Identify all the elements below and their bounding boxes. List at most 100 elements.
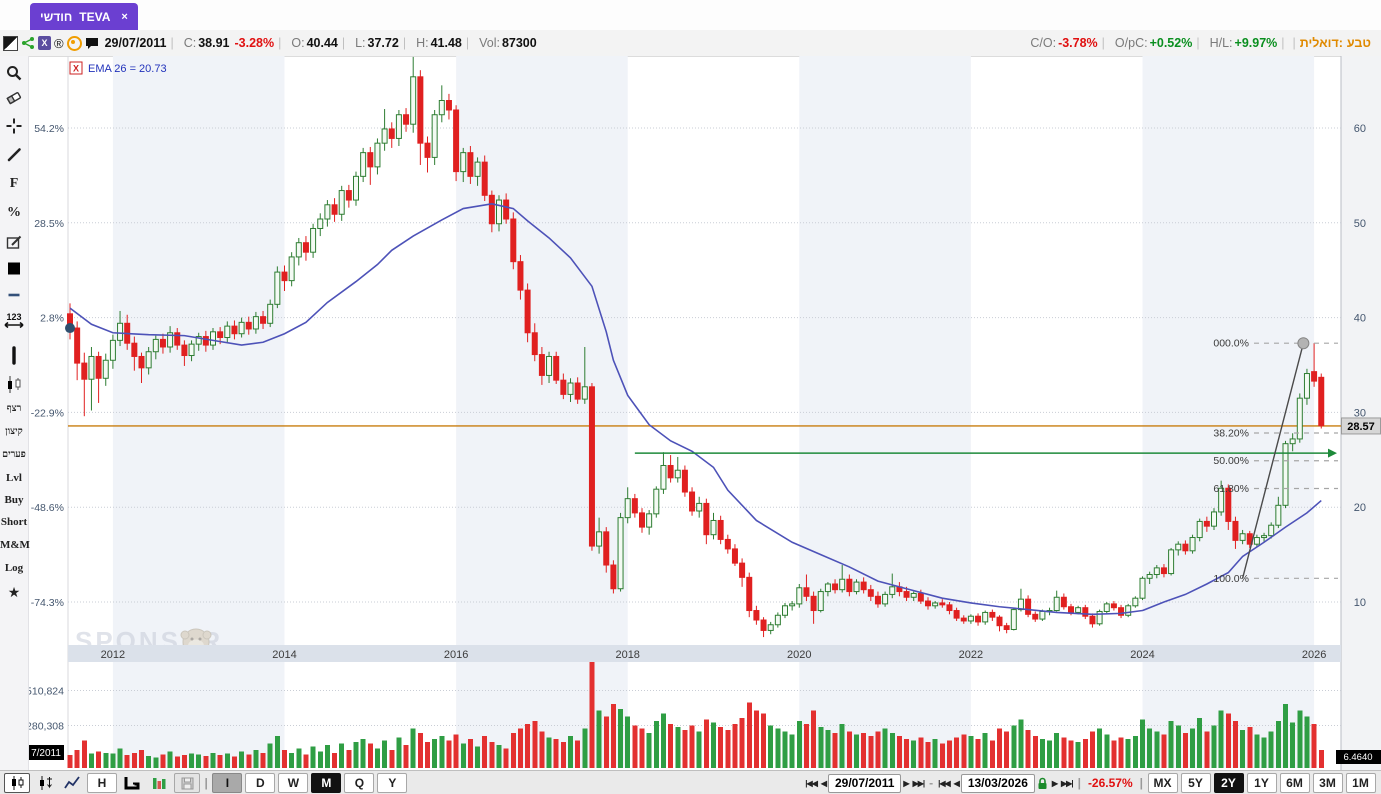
svg-text:-22.9%: -22.9% [31,407,64,419]
dual-listing-value[interactable]: טבע [1347,36,1371,50]
last-price-badge: 28.57 [1341,417,1381,435]
step-back-icon[interactable]: ◀ [821,779,827,788]
search-icon[interactable] [0,64,28,87]
sidebar-item-buy[interactable]: Buy [0,494,28,506]
range-button-3m[interactable]: 3M [1312,773,1343,793]
range-button-2y[interactable]: 2Y [1213,773,1244,793]
svg-text:X: X [73,64,79,74]
sidebar-item-pearim[interactable]: פערים [0,450,28,460]
svg-text:EMA 26 = 20.73: EMA 26 = 20.73 [88,63,167,75]
svg-text:50: 50 [1354,218,1366,230]
sidebar-item-short[interactable]: Short [0,516,28,528]
rewind-start-icon[interactable]: |◀◀ [805,779,818,788]
period-change-value: -26.57% [1087,776,1133,790]
hlc-style-button[interactable]: H [87,773,117,793]
separator: | [1196,36,1200,50]
svg-text:40: 40 [1354,313,1366,325]
svg-text:280,308: 280,308 [26,720,64,732]
forward-end-icon[interactable]: ▶▶| [1061,779,1074,788]
svg-text:60: 60 [1354,123,1366,135]
excel-export-icon[interactable]: X [38,36,51,50]
step-back-icon[interactable]: ◀ [954,779,960,788]
save-icon[interactable] [174,773,200,793]
tab-close-icon[interactable]: × [121,11,127,23]
svg-text:510,824: 510,824 [26,685,64,697]
svg-text:2.8%: 2.8% [40,313,64,325]
lock-icon[interactable] [1037,777,1048,790]
svg-text:7/2011: 7/2011 [31,748,61,759]
vertical-line-icon[interactable] [0,346,28,371]
share-icon[interactable] [21,36,35,50]
dual-listing-label: דואלית: [1299,36,1343,50]
range-button-5y[interactable]: 5Y [1180,773,1211,793]
year-axis: 2012 2014 2016 2018 2020 2022 2024 2026 [68,645,1341,662]
range-button-1y[interactable]: 1Y [1246,773,1277,793]
period-button-w[interactable]: W [278,773,309,793]
svg-text:2016: 2016 [444,649,468,661]
range-button-1m[interactable]: 1M [1345,773,1376,793]
tab-teva-monthly[interactable]: חודשי TEVA × [30,3,138,30]
sidebar-item-kitzon[interactable]: קיצון [0,427,28,437]
interval-info-button[interactable]: I [212,773,243,793]
charting-app: חודשי TEVA × X ® 29/07/2011 | C: 38.91 -… [0,0,1381,794]
crosshair-icon[interactable] [0,117,28,140]
trendline-tool-icon[interactable] [0,146,28,169]
sidebar-item-lvl[interactable]: Lvl [0,472,28,484]
filled-box-icon[interactable] [0,259,28,282]
open-label: O: [291,36,305,50]
opc-label: O/pC: [1114,36,1148,50]
svg-text:6.4640: 6.4640 [1343,752,1372,763]
chart-svg[interactable]: 54.2% 6028.5% 502.8% 40-22.9% 30-48.6% 20-74.… [0,56,1381,770]
separator: | [1139,776,1143,790]
svg-text:50.00%: 50.00% [1213,455,1249,467]
svg-text:000.0%: 000.0% [1213,338,1249,350]
price-chart[interactable]: 54.2% 60 28.5% 50 2.8% 40 -22.9% 30 -48.6% 20 -74.… [0,56,1381,770]
separator: | [1077,776,1081,790]
period-button-y[interactable]: Y [377,773,408,793]
candle-arrow-style-button[interactable] [33,774,57,792]
eraser-icon[interactable] [0,89,28,112]
line-style-button[interactable] [60,774,84,792]
rewind-start-icon[interactable]: |◀◀ [938,779,951,788]
forward-end-icon[interactable]: ▶▶| [913,779,926,788]
anchor-date-dot[interactable] [65,323,75,334]
target-icon[interactable] [66,35,82,51]
measure-tool-icon[interactable]: 123 [0,311,28,336]
chart-style-icon[interactable] [3,35,18,51]
co-label: C/O: [1030,36,1057,50]
period-button-q[interactable]: Q [344,773,375,793]
co-value: -3.78% [1058,36,1098,50]
bracket-style-button[interactable] [120,774,144,792]
separator: | [341,36,346,50]
fibonacci-tool[interactable]: F [0,176,28,192]
high-value: 41.48 [430,36,462,50]
trendline-handle [1297,337,1310,350]
quote-date: 29/07/2011 [104,36,167,50]
horizontal-line-icon[interactable] [0,286,28,309]
sidebar-item-log[interactable]: Log [0,562,28,574]
note-edit-icon[interactable] [0,233,28,256]
candlestick-style-button[interactable] [4,773,30,793]
tab-bar: חודשי TEVA × [0,0,1381,31]
svg-text:28.57: 28.57 [1347,421,1375,433]
step-forward-icon[interactable]: ▶ [903,779,909,788]
range-button-mx[interactable]: MX [1147,773,1178,793]
step-forward-icon[interactable]: ▶ [1052,779,1058,788]
anchor-date-field[interactable]: 29/07/2011 [828,773,902,793]
drawing-tools-sidebar: F % 123 רצף קיצון פערים Lvl Buy Short M&… [0,56,30,770]
percent-tool[interactable]: % [0,205,28,221]
candles-tool-icon[interactable] [0,374,28,401]
svg-text:2020: 2020 [787,649,811,661]
comment-bubble-icon[interactable] [85,37,99,50]
volume-colors-button[interactable] [147,774,171,792]
period-button-d[interactable]: D [245,773,276,793]
range-start-badge: 7/2011 [28,745,64,760]
sidebar-item-retzef[interactable]: רצף [0,404,28,414]
period-button-m[interactable]: M [311,773,342,793]
sidebar-item-mm[interactable]: M&M [0,539,30,551]
end-date-field[interactable]: 13/03/2026 [960,773,1035,793]
volume-value: 87300 [501,36,537,50]
range-button-6m[interactable]: 6M [1279,773,1310,793]
favorite-star-icon[interactable]: ★ [0,584,28,601]
ema-legend[interactable]: X EMA 26 = 20.73 [69,61,167,75]
